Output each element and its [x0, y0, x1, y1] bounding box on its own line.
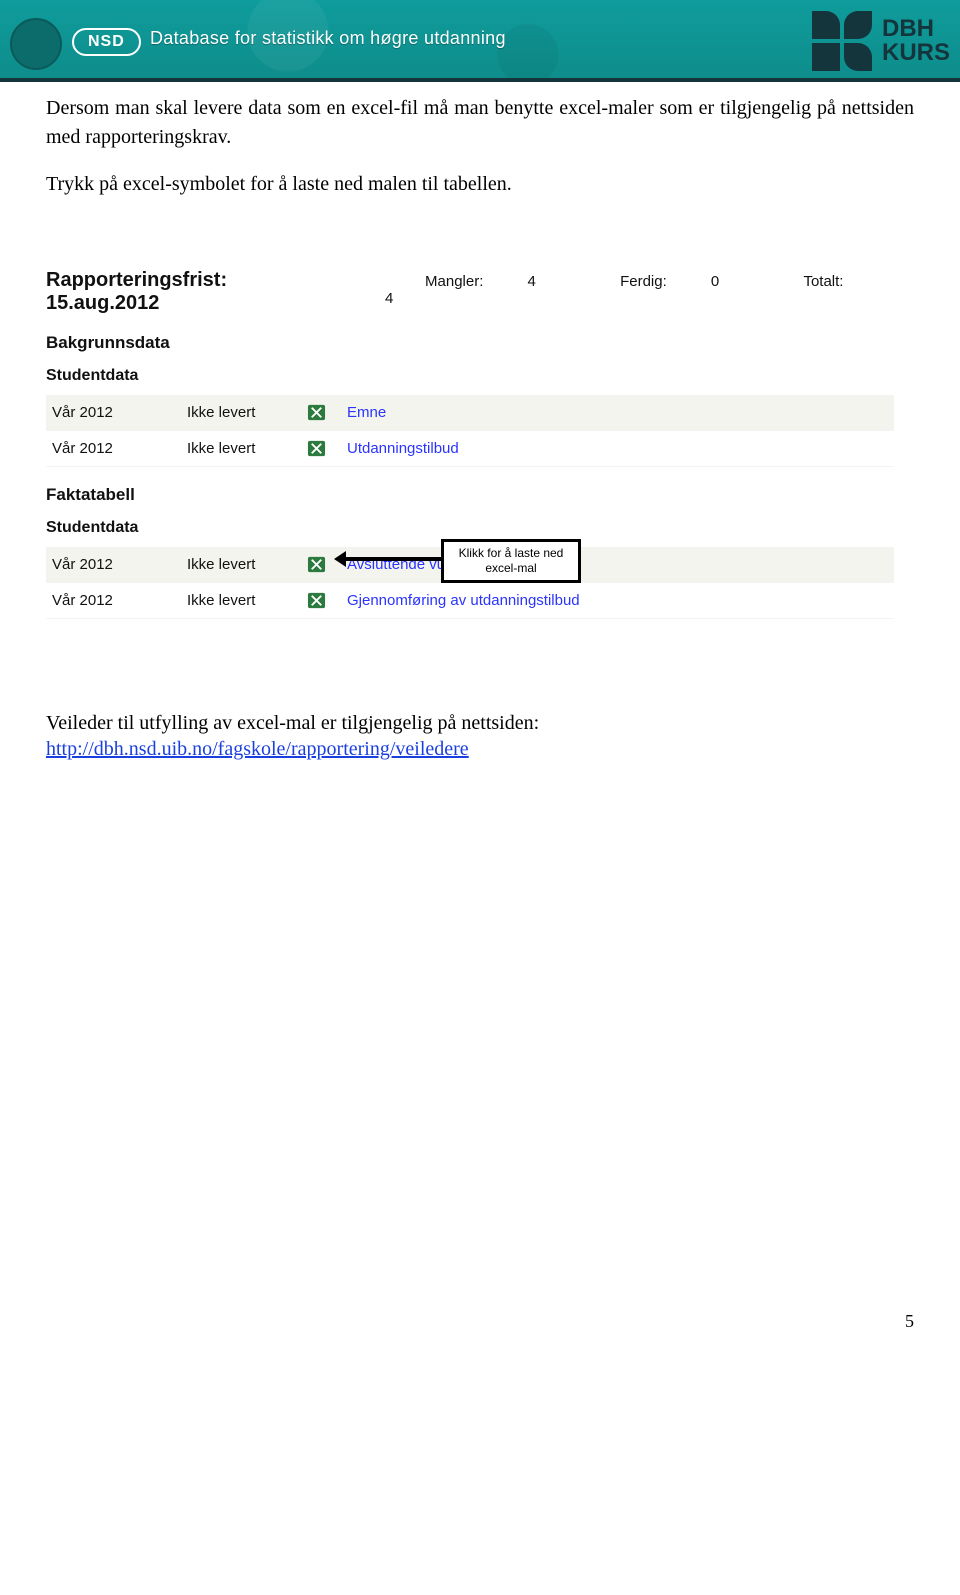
- excel-icon[interactable]: [307, 555, 326, 574]
- embedded-screenshot: Rapporteringsfrist: 15.aug.2012 Mangler:…: [46, 269, 894, 619]
- status-label: Ikke levert: [187, 440, 307, 457]
- row-link[interactable]: Utdanningstilbud: [347, 440, 888, 457]
- table-row: Vår 2012 Ikke levert Utdanningstilbud: [46, 431, 894, 467]
- nsd-logo: NSD: [72, 28, 141, 56]
- excel-icon[interactable]: [307, 591, 326, 610]
- callout-box: Klikk for å laste ned excel-mal: [441, 539, 581, 583]
- veileder-link[interactable]: http://dbh.nsd.uib.no/fagskole/rapporter…: [46, 738, 469, 760]
- mangler-label: Mangler:: [425, 273, 483, 290]
- status-label: Ikke levert: [187, 404, 307, 421]
- rows-block-1: Vår 2012 Ikke levert Emne Vår 2012 Ikke …: [46, 395, 894, 467]
- ferdig-label: Ferdig:: [620, 273, 667, 290]
- table-row: Vår 2012 Ikke levert Gjennomføring av ut…: [46, 583, 894, 619]
- logo-text-line2: KURS: [882, 41, 950, 65]
- period-label: Vår 2012: [52, 440, 187, 457]
- paragraph-1: Dersom man skal levere data som en excel…: [46, 94, 914, 152]
- status-label: Ikke levert: [187, 556, 307, 573]
- period-label: Vår 2012: [52, 592, 187, 609]
- totalt-value: 4: [385, 290, 393, 307]
- logo-text-line1: DBH: [882, 17, 950, 41]
- paragraph-2: Trykk på excel-symbolet for å laste ned …: [46, 170, 914, 199]
- table-row: Vår 2012 Ikke levert Emne: [46, 395, 894, 431]
- banner-title: Database for statistikk om høgre utdanni…: [150, 28, 506, 49]
- logo-grid-icon: [812, 11, 872, 71]
- status-label: Ikke levert: [187, 592, 307, 609]
- subsection-studentdata-2: Studentdata: [46, 519, 894, 537]
- excel-icon[interactable]: [307, 439, 326, 458]
- page-number: 5: [0, 1311, 960, 1332]
- rows-block-2: Klikk for å laste ned excel-mal Vår 2012…: [46, 547, 894, 619]
- totalt-label: Totalt:: [803, 273, 843, 290]
- subsection-studentdata-1: Studentdata: [46, 367, 894, 385]
- row-link[interactable]: Emne: [347, 404, 888, 421]
- period-label: Vår 2012: [52, 404, 187, 421]
- section-faktatabell: Faktatabell: [46, 485, 894, 505]
- stats-block: Mangler: 4 Ferdig: 0 Totalt: 4: [345, 273, 894, 307]
- callout-arrow-icon: [338, 557, 441, 561]
- excel-icon[interactable]: [307, 403, 326, 422]
- header-banner: NSD Database for statistikk om høgre utd…: [0, 0, 960, 82]
- mangler-value: 4: [528, 273, 536, 290]
- row-link[interactable]: Gjennomføring av utdanningstilbud: [347, 592, 888, 609]
- dbh-kurs-logo: DBH KURS: [812, 6, 950, 76]
- section-bakgrunnsdata: Bakgrunnsdata: [46, 333, 894, 353]
- veileder-text: Veileder til utfylling av excel-mal er t…: [46, 709, 914, 738]
- ferdig-value: 0: [711, 273, 719, 290]
- period-label: Vår 2012: [52, 556, 187, 573]
- seal-icon: [10, 18, 62, 70]
- deadline-label: Rapporteringsfrist: 15.aug.2012: [46, 269, 345, 315]
